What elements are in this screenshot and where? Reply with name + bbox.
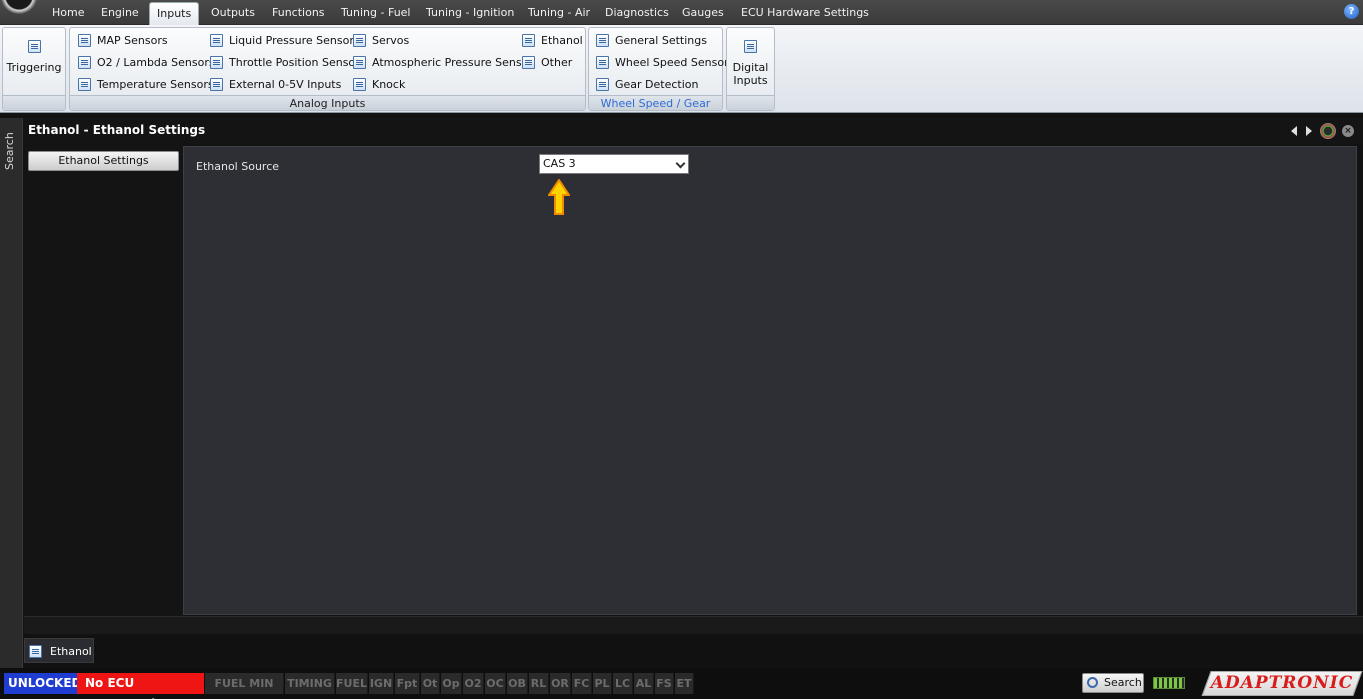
ribbon-group-label-empty: [3, 95, 65, 110]
list-icon: [78, 34, 91, 47]
list-icon: [596, 56, 609, 69]
brand-logo: ADAPTRONIC: [1201, 671, 1363, 696]
menu-inputs[interactable]: Inputs: [149, 2, 200, 25]
window-title: Ethanol - Ethanol Settings: [28, 123, 206, 137]
digital-inputs-button[interactable]: Digital Inputs: [727, 28, 774, 96]
ribbon-group-wheel-speed-gear: General Settings Wheel Speed Sensor Gear…: [588, 27, 729, 111]
menu-outputs[interactable]: Outputs: [211, 0, 255, 25]
menu-engine[interactable]: Engine: [101, 0, 139, 25]
status-flag: FUEL MIN PW: [205, 673, 284, 699]
nav-back-icon[interactable]: [1291, 126, 1297, 136]
app-window: Home Engine Inputs Outputs Functions Tun…: [0, 0, 1363, 699]
status-flag: RL: [529, 673, 549, 694]
triggering-label: Triggering: [6, 61, 62, 74]
menu-tuning-ignition[interactable]: Tuning - Ignition: [426, 0, 514, 25]
list-icon: [522, 56, 535, 69]
list-icon: [353, 34, 366, 47]
menu-functions[interactable]: Functions: [272, 0, 325, 25]
ethanol-settings-button[interactable]: Ethanol Settings: [28, 151, 179, 171]
chevron-down-icon: [675, 158, 686, 169]
settings-content: Ethanol Source CAS 3: [183, 146, 1357, 615]
list-icon: [29, 645, 42, 658]
menu-gauges[interactable]: Gauges: [682, 0, 724, 25]
list-icon: [353, 78, 366, 91]
list-icon: [210, 78, 223, 91]
window-titlebar: Ethanol - Ethanol Settings ×: [24, 118, 1363, 144]
menu-tuning-fuel[interactable]: Tuning - Fuel: [341, 0, 411, 25]
unlocked-badge: UNLOCKED: [4, 673, 86, 694]
status-flag: O2: [463, 673, 484, 694]
menu-tuning-air[interactable]: Tuning - Air: [528, 0, 590, 25]
status-flag: OR: [550, 673, 571, 694]
ethanol-source-label: Ethanol Source: [196, 160, 280, 173]
status-flag: Ot: [421, 673, 440, 694]
app-logo-icon[interactable]: [0, 0, 38, 14]
status-bar: UNLOCKED No ECU connected FUEL MIN PW TI…: [0, 668, 1363, 699]
list-icon: [522, 34, 535, 47]
up-arrow-icon: [548, 179, 570, 215]
list-icon: [596, 34, 609, 47]
ribbon-group-label-wheel-speed-gear: Wheel Speed / Gear: [589, 95, 722, 110]
list-icon: [27, 40, 41, 53]
battery-icon: [1153, 677, 1185, 689]
ribbon-group-label-analog-inputs: Analog Inputs: [70, 95, 585, 110]
menu-bar: Home Engine Inputs Outputs Functions Tun…: [0, 0, 1363, 25]
status-flag: FUEL: [336, 673, 368, 694]
tab-ethanol[interactable]: Ethanol: [24, 638, 94, 663]
search-icon: [1087, 677, 1098, 688]
status-flag: OB: [507, 673, 528, 694]
status-flag: OC: [485, 673, 506, 694]
ethanol-source-value: CAS 3: [543, 157, 576, 170]
status-flag: FC: [572, 673, 592, 694]
help-icon[interactable]: ?: [1344, 4, 1359, 19]
ecu-status-badge: No ECU connected: [77, 673, 204, 699]
gauge-icon[interactable]: [1320, 123, 1336, 139]
list-icon: [353, 56, 366, 69]
ribbon-group-label-empty: [727, 95, 774, 110]
list-icon: [744, 40, 757, 53]
status-flag: ET: [675, 673, 694, 694]
side-strip: Search: [0, 118, 23, 668]
horizontal-scrollbar[interactable]: [24, 616, 1363, 634]
ribbon-group-triggering: Triggering: [2, 27, 66, 111]
list-icon: [210, 56, 223, 69]
nav-forward-icon[interactable]: [1306, 126, 1312, 136]
status-flag: LC: [613, 673, 633, 694]
status-flag: Op: [441, 673, 462, 694]
close-icon[interactable]: ×: [1342, 125, 1354, 137]
digital-inputs-label: Digital Inputs: [732, 61, 769, 87]
status-flag: IGN: [369, 673, 394, 694]
list-icon: [596, 78, 609, 91]
status-search-button[interactable]: Search: [1082, 673, 1144, 693]
search-tab[interactable]: Search: [3, 130, 19, 170]
menu-home[interactable]: Home: [52, 0, 84, 25]
list-icon: [210, 34, 223, 47]
menu-diagnostics[interactable]: Diagnostics: [605, 0, 669, 25]
ribbon-group-analog-inputs: MAP Sensors O2 / Lambda Sensors Temperat…: [69, 27, 586, 111]
settings-nav-pane: Ethanol Settings: [24, 144, 183, 616]
status-flag: FS: [655, 673, 674, 694]
status-flag: PL: [593, 673, 612, 694]
document-tab-strip: Ethanol: [24, 636, 1363, 664]
status-flag: AL: [634, 673, 654, 694]
ribbon-group-digital-inputs: Digital Inputs: [726, 27, 775, 111]
list-icon: [78, 56, 91, 69]
ethanol-source-select[interactable]: CAS 3: [539, 154, 689, 174]
triggering-button[interactable]: Triggering: [3, 28, 65, 96]
status-flag: Fpt: [395, 673, 420, 694]
menu-ecu-hardware-settings[interactable]: ECU Hardware Settings: [741, 0, 869, 25]
status-flag: TIMING: [285, 673, 335, 694]
ribbon: Triggering MAP Sensors O2 / Lambda Senso…: [0, 25, 1363, 113]
list-icon: [78, 78, 91, 91]
